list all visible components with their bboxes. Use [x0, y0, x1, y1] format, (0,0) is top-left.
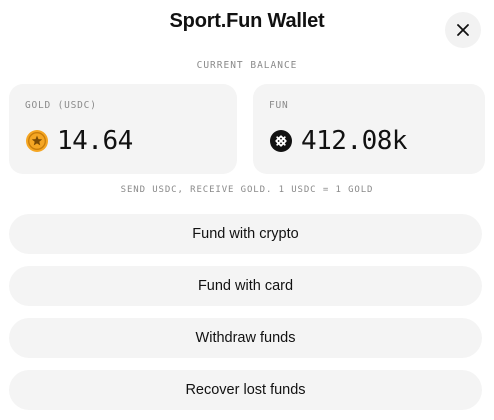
gold-balance-card: GOLD (USDC) 14.64 [9, 84, 237, 174]
fun-balance-card: FUN 412.08k [253, 84, 485, 174]
fun-balance-value-row: 412.08k [269, 126, 408, 156]
close-button[interactable] [445, 12, 481, 48]
fun-token-icon [270, 130, 292, 152]
gold-balance-value: 14.64 [57, 126, 133, 156]
fun-balance-value: 412.08k [301, 126, 408, 156]
fund-with-crypto-button[interactable]: Fund with crypto [9, 214, 482, 254]
recover-lost-funds-button[interactable]: Recover lost funds [9, 370, 482, 410]
fund-with-card-button[interactable]: Fund with card [9, 266, 482, 306]
modal-title: Sport.Fun Wallet [169, 10, 325, 32]
gold-balance-label: GOLD (USDC) [25, 100, 97, 111]
gold-balance-value-row: 14.64 [25, 126, 133, 156]
conversion-rate-note: SEND USDC, RECEIVE GOLD. 1 USDC = 1 GOLD [120, 185, 374, 195]
gold-coin-icon [26, 130, 48, 152]
wallet-modal: Sport.Fun Wallet CURRENT BALANCE GOLD (U… [0, 0, 494, 420]
close-icon [457, 24, 469, 36]
current-balance-label: CURRENT BALANCE [196, 60, 298, 71]
withdraw-funds-button[interactable]: Withdraw funds [9, 318, 482, 358]
fun-balance-label: FUN [269, 100, 289, 111]
